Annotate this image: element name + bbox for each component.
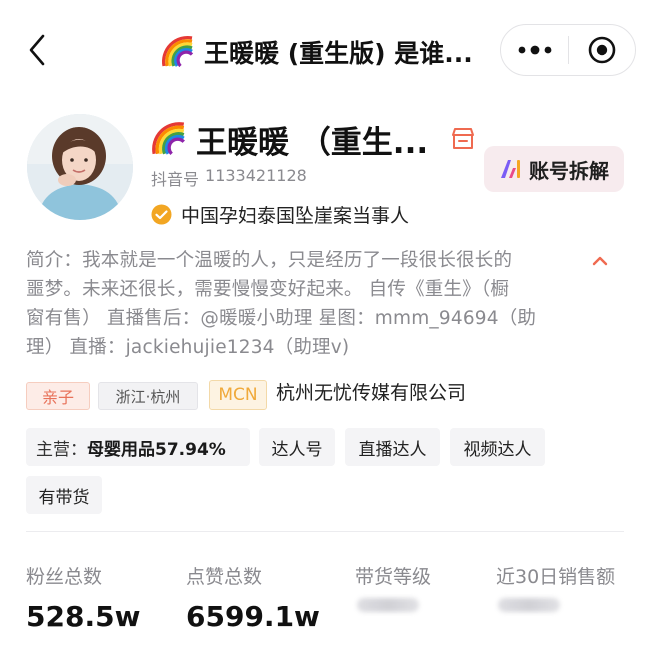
mcn-company[interactable]: 杭州无忧传媒有限公司: [276, 379, 466, 407]
shop-icon[interactable]: [450, 126, 476, 152]
main-category-value: 母婴用品57.94%: [87, 439, 226, 460]
chevron-up-icon[interactable]: [590, 254, 610, 268]
region-tag: 浙江·杭州: [98, 382, 198, 410]
account-analysis-label: 账号拆解: [529, 158, 609, 183]
main-category-label: 主营：: [36, 439, 87, 460]
mcn-badge: MCN: [209, 380, 267, 410]
close-button[interactable]: [569, 25, 635, 75]
verification-text: 中国孕妇泰国坠崖案当事人: [181, 204, 410, 227]
mini-program-capsule: [500, 24, 636, 76]
verified-badge-icon: [151, 204, 172, 224]
fans-value: 528.5w: [26, 600, 141, 633]
bio-line: 理） 直播：jackiehujie1234（助理v): [26, 337, 350, 358]
divider: [26, 531, 624, 532]
fans-label: 粉丝总数: [26, 566, 103, 588]
bio-line: 噩梦。未来还很长，需要慢慢变好起来。 自传《重生》（橱: [26, 279, 510, 300]
back-button[interactable]: [22, 30, 52, 70]
main-category-chip[interactable]: 主营： 母婴用品57.94%: [26, 428, 250, 466]
avatar[interactable]: [27, 114, 133, 220]
live-streamer-chip[interactable]: 直播达人: [345, 428, 440, 466]
profile-name-row: 王暖暖 （重生...: [150, 114, 480, 164]
more-button[interactable]: [501, 25, 568, 75]
verification-row: 中国孕妇泰国坠崖案当事人: [151, 200, 409, 228]
nav-title: 王暖暖 (重生版) 是谁...: [160, 30, 490, 74]
account-analysis-button[interactable]: 账号拆解: [484, 146, 624, 192]
chevron-left-icon: [29, 34, 45, 66]
sales-30d-blurred-value: [498, 598, 560, 612]
talent-chip[interactable]: 达人号: [259, 428, 335, 466]
category-tag: 亲子: [26, 382, 90, 410]
rainbow-emoji-icon: [162, 36, 194, 68]
avatar-portrait-image: [27, 114, 133, 220]
more-dots-icon: [518, 45, 551, 55]
rainbow-emoji-icon: [152, 122, 185, 155]
bio-line: 简介：我本就是一个温暖的人，只是经历了一段很长很长的: [26, 250, 513, 271]
has-goods-chip[interactable]: 有带货: [26, 476, 102, 514]
video-creator-chip[interactable]: 视频达人: [450, 428, 545, 466]
bio-line: 窗有售） 直播售后：@暖暖小助理 星图：mmm_94694（助: [26, 308, 537, 329]
nav-title-text: 王暖暖 (重生版) 是谁...: [204, 39, 473, 68]
sales-level-blurred-value: [357, 598, 419, 612]
bio-text: 简介：我本就是一个温暖的人，只是经历了一段很长很长的 噩梦。未来还很长，需要慢慢…: [26, 246, 586, 362]
ai-logo-icon: [501, 160, 520, 178]
target-close-icon: [588, 36, 616, 64]
nav-bar: 王暖暖 (重生版) 是谁...: [0, 0, 650, 100]
douyin-id-label: 抖音号: [151, 170, 200, 189]
likes-value: 6599.1w: [186, 600, 320, 633]
douyin-id: 抖音号 1133421128: [151, 166, 307, 190]
likes-label: 点赞总数: [186, 566, 263, 588]
sales-30d-label: 近30日销售额: [496, 566, 616, 588]
sales-level-label: 带货等级: [355, 566, 432, 588]
douyin-id-value: 1133421128: [205, 166, 307, 185]
profile-name: 王暖暖 （重生...: [196, 124, 429, 161]
